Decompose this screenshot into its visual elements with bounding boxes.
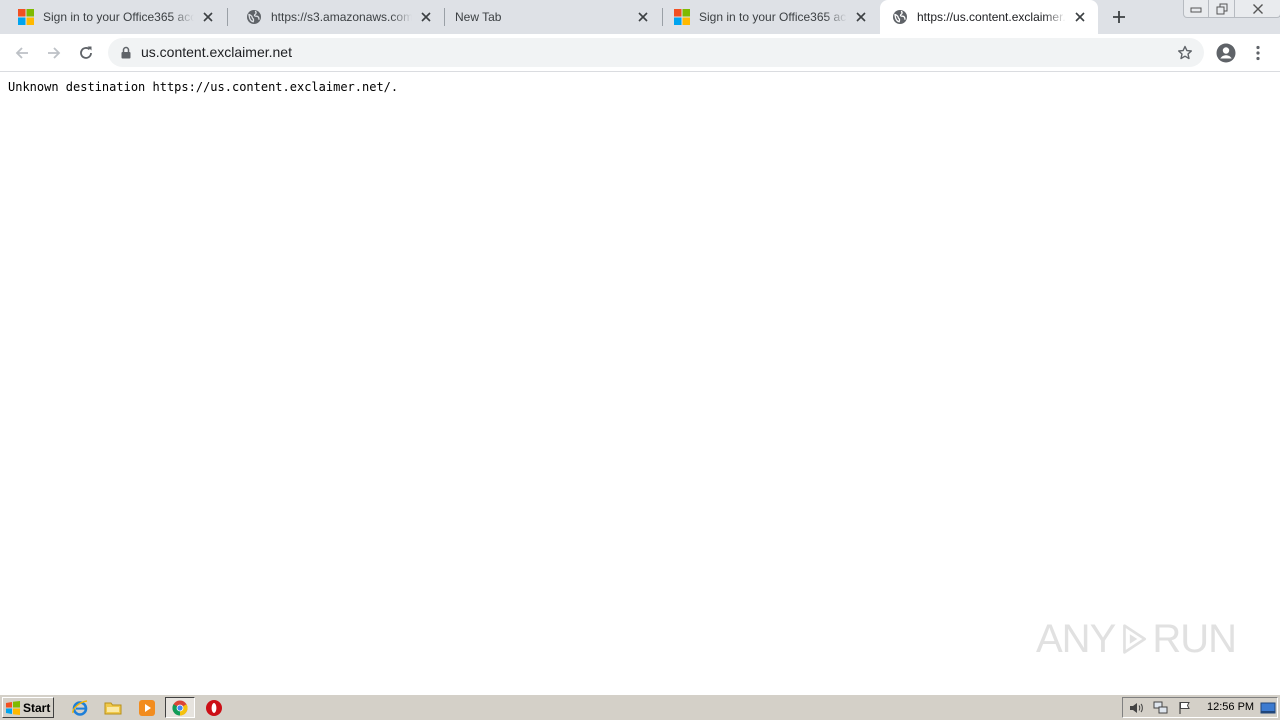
show-desktop-icon[interactable] [1260, 700, 1276, 716]
opera-icon[interactable] [204, 698, 224, 718]
internet-explorer-icon[interactable] [70, 698, 90, 718]
tab-close-icon[interactable] [635, 9, 651, 25]
window-close-icon[interactable] [1234, 0, 1280, 17]
restore-icon[interactable] [1209, 0, 1234, 17]
address-bar[interactable]: us.content.exclaimer.net [108, 38, 1204, 67]
page-content: Unknown destination https://us.content.e… [0, 72, 1280, 692]
new-tab-plus-icon[interactable] [1108, 6, 1130, 28]
tab-office365-sign-in-2[interactable]: Sign in to your Office365 account [663, 0, 879, 34]
tab-title: https://s3.amazonaws.com/appforest_uf [271, 10, 412, 24]
tab-title: https://us.content.exclaimer.net/ [917, 10, 1066, 24]
taskbar-clock: 12:56 PM [1207, 701, 1255, 713]
anyrun-watermark: ANY RUN [1036, 608, 1237, 670]
watermark-right-text: RUN [1152, 616, 1237, 661]
forward-arrow-icon[interactable] [40, 39, 68, 67]
tab-s3-amazonaws[interactable]: https://s3.amazonaws.com/appforest_uf [228, 0, 444, 34]
tab-title: New Tab [455, 10, 502, 24]
error-message: Unknown destination https://us.content.e… [8, 80, 399, 94]
network-icon[interactable] [1153, 700, 1169, 716]
volume-icon[interactable] [1129, 700, 1145, 716]
bookmark-star-icon[interactable] [1176, 44, 1194, 62]
tab-close-icon[interactable] [200, 9, 216, 25]
globe-icon [892, 9, 908, 25]
windows-taskbar: Start 12:56 PM [0, 694, 1280, 720]
back-arrow-icon[interactable] [8, 39, 36, 67]
tab-strip: Sign in to your Office365 account https:… [0, 0, 1280, 34]
browser-toolbar: us.content.exclaimer.net [0, 34, 1280, 72]
minimize-icon[interactable] [1184, 0, 1209, 17]
tab-close-icon[interactable] [853, 9, 869, 25]
tab-close-icon[interactable] [1072, 9, 1088, 25]
profile-avatar-icon[interactable] [1212, 39, 1240, 67]
chrome-taskbar-icon[interactable] [165, 697, 195, 718]
system-tray: 12:56 PM [1122, 697, 1278, 718]
tab-title: Sign in to your Office365 account [699, 10, 847, 24]
windows-logo-icon [6, 700, 20, 715]
tab-office365-sign-in-1[interactable]: Sign in to your Office365 account [0, 0, 226, 34]
tab-new-tab[interactable]: New Tab [445, 0, 661, 34]
microsoft-logo-icon [674, 9, 690, 25]
window-controls [1183, 0, 1280, 18]
tab-exclaimer-active[interactable]: https://us.content.exclaimer.net/ [880, 0, 1098, 34]
microsoft-logo-icon [18, 9, 34, 25]
file-explorer-icon[interactable] [103, 698, 123, 718]
address-bar-url: us.content.exclaimer.net [141, 44, 292, 60]
play-logo-icon [1123, 624, 1147, 654]
tab-close-icon[interactable] [418, 9, 434, 25]
lock-icon[interactable] [120, 45, 132, 60]
media-player-icon[interactable] [137, 698, 157, 718]
action-center-flag-icon[interactable] [1177, 700, 1193, 716]
reload-icon[interactable] [72, 39, 100, 67]
globe-icon [246, 9, 262, 25]
start-button[interactable]: Start [2, 697, 54, 718]
menu-kebab-icon[interactable] [1244, 39, 1272, 67]
watermark-left-text: ANY [1036, 616, 1116, 661]
tab-title: Sign in to your Office365 account [43, 10, 194, 24]
start-label: Start [23, 700, 51, 715]
